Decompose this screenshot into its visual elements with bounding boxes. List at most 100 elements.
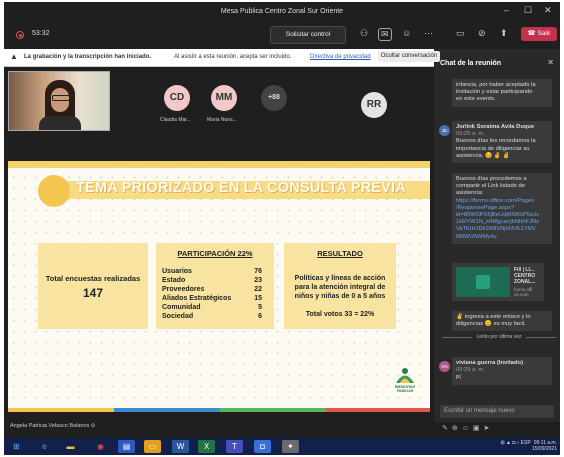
word-icon[interactable]: W	[172, 440, 189, 453]
request-control-button[interactable]: Solicitar control	[270, 26, 346, 44]
send-icon[interactable]: ➤	[484, 425, 494, 432]
chat-message-input[interactable]: Escribir un mensaje nuevo	[440, 405, 554, 418]
participation-header: PARTICIPACIÓN 22%	[177, 249, 253, 258]
recording-icon	[16, 31, 24, 39]
chat-message: viviana guerra (Invitado) 09:29 a. m. p(	[452, 357, 552, 385]
close-chat-icon[interactable]: ✕	[547, 58, 554, 67]
slide-topic: TEMA PRIORIZADO EN LA CONSULTA PREVIA	[76, 180, 406, 196]
banner-bold-text: La grabación y la transcripción han inic…	[24, 54, 152, 60]
chat-message: ✌ ingresa a este enlace y lo diligencias …	[452, 311, 552, 332]
hide-chat-tooltip: Ocultar conversación	[378, 51, 440, 62]
shared-slide: TEMA PRIORIZADO EN LA CONSULTA PREVIA To…	[8, 161, 430, 408]
participant-name: Claudia Mar...	[160, 117, 191, 123]
leave-button[interactable]: ☎ Salir	[521, 27, 557, 41]
share-icon[interactable]: ⬆	[500, 28, 508, 39]
file-explorer-icon[interactable]: ▬	[62, 440, 79, 453]
mic-muted-icon[interactable]: ⊘	[478, 28, 486, 39]
avatar-initials: RR	[366, 99, 382, 110]
banner-text: Al asistir a esta reunión, acepta ser in…	[174, 54, 292, 60]
meeting-timer: 53:32	[32, 30, 50, 37]
excel-icon[interactable]: X	[198, 440, 215, 453]
participants-icon[interactable]: ⚇	[360, 28, 368, 39]
chrome-icon[interactable]: ◉	[92, 440, 109, 453]
reactions-icon[interactable]: ☺	[402, 28, 411, 38]
app-icon[interactable]: ▤	[118, 440, 135, 453]
input-language: ESP	[520, 440, 531, 446]
result-line: Políticas y líneas de acción	[294, 275, 386, 282]
result-card: RESULTADO Políticas y líneas de acción p…	[284, 243, 396, 329]
tray-date: 15/09/2021	[531, 445, 557, 452]
participation-row: Comunidad 5	[162, 304, 262, 311]
folder-icon[interactable]: ▭	[144, 440, 161, 453]
close-icon[interactable]: ✕	[544, 5, 552, 16]
total-surveys-label: Total encuestas realizadas	[45, 274, 141, 283]
meeting-toolbar: 53:32 Solicitar control ⚇ ✉ ☺ ⋯ ▭ ⊘ ⬆ ☎ …	[4, 21, 560, 47]
participant-avatar[interactable]: RR	[361, 92, 387, 118]
title-bar: Mesa Publica Centro Zonal Sur Oriente – …	[4, 2, 560, 21]
participation-row: Aliados Estratégicos 15	[162, 295, 262, 302]
chat-panel: Chat de la reunión ✕ infancia, por haber…	[434, 49, 560, 432]
chat-message: infancia, por haber aceptado la invitació…	[452, 79, 552, 107]
edge-icon[interactable]: e	[36, 440, 53, 453]
phone-icon: ☎	[527, 30, 538, 37]
result-line: para la atención integral de	[294, 284, 386, 291]
participant-name: Maria Nues...	[207, 117, 237, 123]
minimize-icon[interactable]: –	[504, 5, 509, 15]
presenter-name: Angela Patricia Velasco Bolanos ⊘	[10, 423, 96, 429]
avatar-initials: MM	[215, 92, 233, 103]
avatar-initials: CD	[169, 92, 185, 103]
result-header: RESULTADO	[317, 249, 363, 258]
chat-compose-tools: ✎⊕☺▣➤	[442, 424, 493, 432]
slide-color-stripes	[8, 408, 430, 412]
form-link[interactable]: https://forms.office.com/Pages/ResponseP…	[456, 198, 548, 241]
windows-taskbar: ⊞ e ▬ ◉ ▤ ▭ W X T ◘ ✦ ⊞ ▲ ◘ ♪ ESP 09:11 …	[4, 438, 560, 455]
author-avatar: VG	[439, 361, 450, 372]
forms-icon	[456, 267, 510, 297]
chat-message: Buenos días procedemos a compartir el Lin…	[452, 173, 552, 244]
sun-decoration	[38, 175, 70, 207]
participation-row: Sociedad 6	[162, 313, 262, 320]
avatar-initials: +88	[268, 94, 280, 101]
system-tray: ⊞ ▲ ◘ ♪ ESP 09:11 a.m. 15/09/2021	[500, 440, 557, 452]
mic-muted-icon: ⊘	[90, 423, 96, 429]
tray-icons: ⊞ ▲ ◘ ♪	[500, 440, 521, 446]
teams-icon[interactable]: T	[226, 440, 243, 453]
icbf-logo: BIENESTAR FAMILIAR	[392, 366, 418, 394]
windows-start-icon[interactable]: ⊞	[8, 440, 25, 453]
shield-icon[interactable]: ◘	[254, 440, 271, 453]
chat-icon[interactable]: ✉	[378, 28, 392, 41]
teams-window: Mesa Publica Centro Zonal Sur Oriente – …	[4, 2, 560, 455]
result-total: Total votos 33 = 22%	[305, 311, 375, 318]
format-icon[interactable]: ✎	[442, 425, 452, 432]
presenter-video[interactable]	[8, 71, 110, 131]
chat-message: Jorlink Soraima Avila Duque 09:25 a. m. …	[452, 121, 552, 164]
recording-banner: ▲ La grabación y la transcripción han in…	[4, 49, 434, 67]
maximize-icon[interactable]: ☐	[524, 5, 532, 16]
privacy-policy-link[interactable]: Directiva de privacidad	[310, 54, 371, 60]
participation-row: Usuarios 76	[162, 268, 262, 275]
participant-avatar[interactable]: MM	[211, 85, 237, 111]
result-line: niños y niñas de 0 a 5 años	[294, 293, 386, 300]
camera-icon[interactable]: ▭	[456, 28, 465, 39]
logo-text: BIENESTAR FAMILIAR	[395, 385, 415, 393]
more-participants-avatar[interactable]: +88	[261, 85, 287, 111]
more-actions-icon[interactable]: ⋯	[424, 28, 433, 39]
participation-row: Estado 23	[162, 277, 262, 284]
chat-title: Chat de la reunión	[440, 60, 502, 67]
attach-icon[interactable]: ⊕	[452, 425, 462, 432]
meeting-stage: CD Claudia Mar... MM Maria Nues... +88 R…	[4, 67, 434, 429]
warning-icon: ▲	[10, 52, 18, 61]
last-read-separator: Leído por última vez	[442, 334, 556, 340]
link-preview-card[interactable]: Fill | LI... CENTRO ZONAL... forms.offi ce…	[452, 263, 544, 301]
gif-icon[interactable]: ▣	[473, 425, 484, 432]
total-surveys-card: Total encuestas realizadas 147	[38, 243, 148, 329]
total-surveys-value: 147	[82, 286, 104, 300]
leave-label: Salir	[537, 30, 551, 37]
participation-row: Proveedores 22	[162, 286, 262, 293]
participation-card: PARTICIPACIÓN 22% Usuarios 76 Estado 23 Pr…	[156, 243, 274, 329]
app-icon[interactable]: ✦	[282, 440, 299, 453]
window-title: Mesa Publica Centro Zonal Sur Oriente	[220, 8, 344, 15]
author-avatar: JD	[439, 125, 450, 136]
emoji-icon[interactable]: ☺	[462, 425, 473, 432]
participant-avatar[interactable]: CD	[164, 85, 190, 111]
